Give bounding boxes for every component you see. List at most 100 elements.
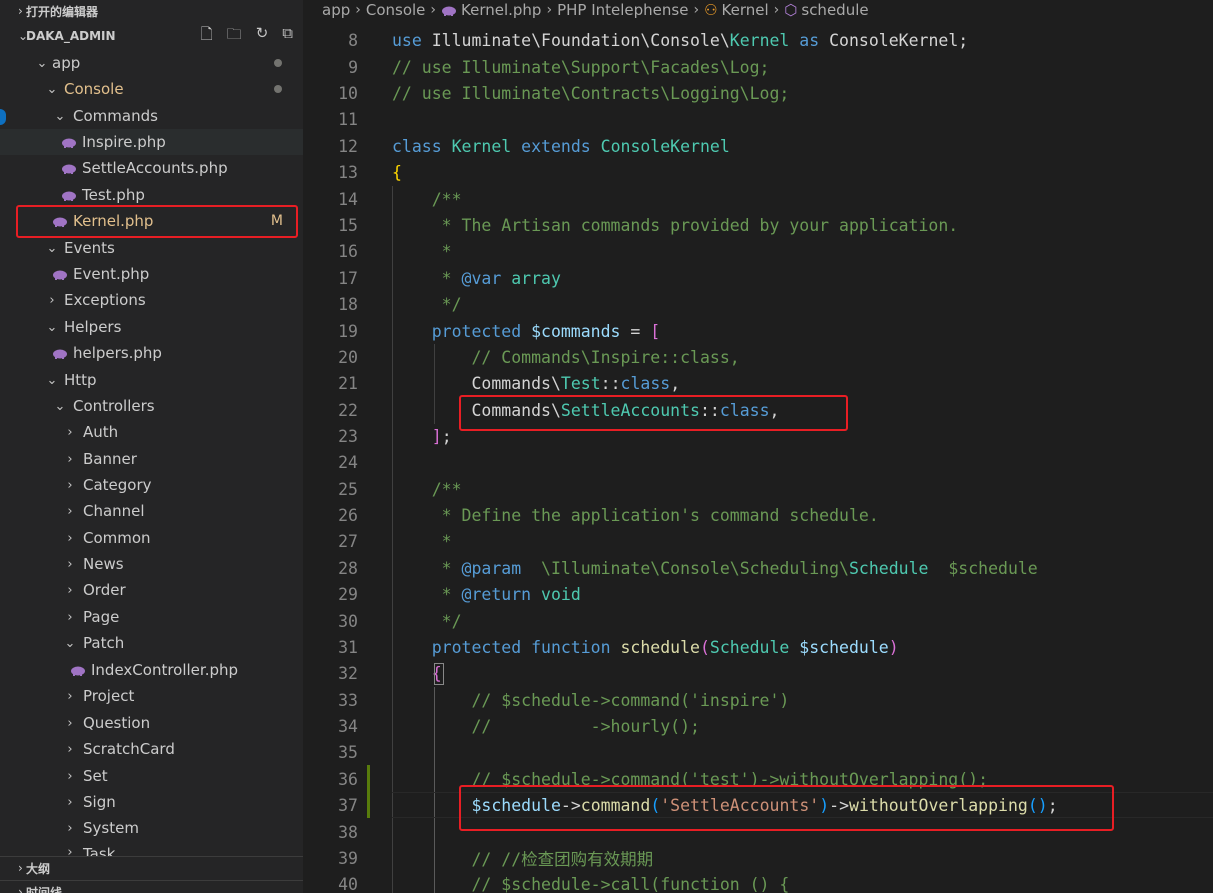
code-line: 33 // $schedule->command('inspire') (338, 690, 790, 710)
tree-label: Category (83, 476, 152, 494)
tree-file-test[interactable]: Test.php (0, 182, 303, 208)
breadcrumb-item[interactable]: Console (366, 1, 426, 19)
code-line: 14 /** (338, 189, 462, 209)
new-folder-icon[interactable]: 🗀 (227, 24, 242, 49)
chevron-down-icon: ⌄ (46, 319, 58, 335)
chevron-right-icon: › (430, 2, 437, 18)
code-line: 20 // Commands\Inspire::class, (338, 347, 740, 367)
tree-file-kernel[interactable]: Kernel.php M (0, 208, 303, 234)
breadcrumb-item[interactable]: Kernel.php (461, 1, 541, 19)
tree-folder-banner[interactable]: › Banner (0, 446, 303, 472)
refresh-icon[interactable]: ↻ (256, 24, 269, 49)
code-line: 34 // ->hourly(); (338, 716, 700, 736)
chevron-right-icon: › (67, 582, 73, 598)
tree-folder-channel[interactable]: › Channel (0, 498, 303, 524)
tree-label: ScratchCard (83, 740, 175, 758)
breadcrumb-item[interactable]: PHP Intelephense (557, 1, 688, 19)
collapse-all-icon[interactable]: ⧉ (282, 24, 293, 49)
code-editor[interactable]: app › Console › Kernel.php › PHP Intelep… (303, 0, 1213, 893)
tree-label: Helpers (64, 318, 122, 336)
code-line: 16 * (338, 241, 452, 261)
tree-folder-app[interactable]: ⌄ app (0, 50, 303, 76)
tree-folder-project[interactable]: › Project (0, 683, 303, 709)
chevron-down-icon: ⌄ (46, 372, 58, 388)
php-elephant-icon (442, 6, 457, 16)
chevron-right-icon: › (18, 4, 23, 18)
tree-label: Patch (83, 634, 125, 652)
code-line: 37 $schedule->command('SettleAccounts')-… (338, 795, 1058, 815)
tree-folder-system[interactable]: › System (0, 815, 303, 841)
tree-label: Auth (83, 423, 119, 441)
chevron-right-icon: › (18, 861, 23, 875)
php-elephant-icon (53, 217, 67, 227)
project-header[interactable]: ⌄ DAKA_ADMIN 🗋 🗀 ↻ ⧉ (0, 24, 303, 49)
outline-label: 大纲 (26, 861, 51, 876)
tree-file-inspire[interactable]: Inspire.php (0, 129, 303, 155)
code-line: 19 protected $commands = [ (338, 321, 661, 341)
tree-folder-exceptions[interactable]: › Exceptions (0, 287, 303, 313)
tree-folder-console[interactable]: ⌄ Console (0, 76, 303, 102)
code-line: 12 class Kernel extends ConsoleKernel (338, 136, 730, 156)
php-elephant-icon (62, 138, 76, 148)
tree-file-settleaccounts[interactable]: SettleAccounts.php (0, 155, 303, 181)
git-status-badge: M (270, 213, 283, 229)
tree-folder-order[interactable]: › Order (0, 577, 303, 603)
timeline-header[interactable]: › 时间线 (0, 880, 303, 893)
tree-label: Page (83, 608, 120, 626)
tree-folder-http[interactable]: ⌄ Http (0, 367, 303, 393)
tree-folder-helpers[interactable]: ⌄ Helpers (0, 314, 303, 340)
chevron-down-icon: ⌄ (54, 398, 66, 414)
code-line: 40 // $schedule->call(function () { (338, 874, 790, 893)
php-elephant-icon (53, 349, 67, 359)
breadcrumb-item[interactable]: schedule (801, 1, 868, 19)
tree-folder-task[interactable]: › Task (0, 841, 303, 857)
tree-folder-page[interactable]: › Page (0, 604, 303, 630)
tree-folder-question[interactable]: › Question (0, 710, 303, 736)
outline-header[interactable]: › 大纲 (0, 856, 303, 879)
code-line: 22 Commands\SettleAccounts::class, (338, 400, 780, 420)
tree-label: SettleAccounts.php (82, 159, 228, 177)
php-elephant-icon (71, 666, 85, 676)
chevron-right-icon: › (67, 820, 73, 836)
tree-folder-set[interactable]: › Set (0, 763, 303, 789)
chevron-right-icon: › (67, 530, 73, 546)
chevron-right-icon: › (67, 424, 73, 440)
code-line: 8 use Illuminate\Foundation\Console\Kerne… (348, 30, 969, 50)
chevron-right-icon: › (67, 741, 73, 757)
code-line: 36 // $schedule->command('test')->withou… (338, 769, 989, 789)
new-file-icon[interactable]: 🗋 (201, 24, 213, 49)
breadcrumb-item[interactable]: app (322, 1, 350, 19)
tree-file-event[interactable]: Event.php (0, 261, 303, 287)
project-label: DAKA_ADMIN (26, 29, 116, 43)
tree-folder-news[interactable]: › News (0, 551, 303, 577)
breadcrumb-item[interactable]: Kernel (722, 1, 769, 19)
chevron-right-icon: › (67, 556, 73, 572)
open-editors-header[interactable]: › 打开的编辑器 (0, 0, 303, 22)
chevron-right-icon: › (67, 715, 73, 731)
tree-folder-patch[interactable]: ⌄ Patch (0, 630, 303, 656)
chevron-right-icon: › (67, 794, 73, 810)
code-line: 13{ (338, 162, 402, 182)
open-editors-label: 打开的编辑器 (26, 4, 99, 19)
chevron-right-icon: › (67, 503, 73, 519)
tree-folder-category[interactable]: › Category (0, 472, 303, 498)
tree-folder-commands[interactable]: ⌄ Commands (0, 103, 303, 129)
tree-folder-scratchcard[interactable]: › ScratchCard (0, 736, 303, 762)
tree-label: Question (83, 714, 151, 732)
code-line: 27 * (338, 531, 452, 551)
tree-label: Sign (83, 793, 116, 811)
tree-folder-events[interactable]: ⌄ Events (0, 235, 303, 261)
tree-file-helpers[interactable]: helpers.php (0, 340, 303, 366)
tree-folder-auth[interactable]: › Auth (0, 419, 303, 445)
tree-folder-sign[interactable]: › Sign (0, 789, 303, 815)
tree-label: IndexController.php (91, 661, 239, 679)
tree-file-indexcontroller[interactable]: IndexController.php (0, 657, 303, 683)
tree-label: Test.php (82, 186, 145, 204)
code-line: 29 * @return void (338, 584, 581, 604)
code-line: 24 (338, 452, 358, 472)
chevron-right-icon: › (693, 2, 700, 18)
code-line: 21 Commands\Test::class, (338, 373, 681, 393)
tree-folder-common[interactable]: › Common (0, 525, 303, 551)
tree-label: helpers.php (73, 344, 162, 362)
tree-folder-controllers[interactable]: ⌄ Controllers (0, 393, 303, 419)
